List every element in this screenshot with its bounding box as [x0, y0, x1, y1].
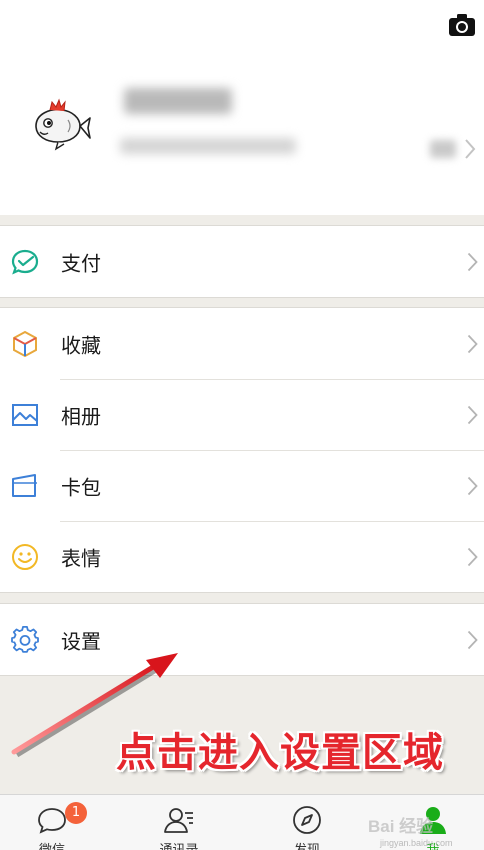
chevron-right-icon	[467, 476, 478, 495]
chevron-right-icon	[467, 630, 478, 649]
tab-chats[interactable]: 1 微信	[7, 795, 97, 850]
contacts-icon	[164, 808, 193, 833]
profile-name-blurred	[124, 88, 232, 114]
unread-badge: 1	[65, 802, 87, 824]
compass-icon	[293, 806, 321, 834]
tab-label: 微信	[7, 839, 97, 850]
chevron-right-icon	[467, 252, 478, 271]
card-pack-icon	[12, 473, 37, 497]
tab-contacts[interactable]: 通讯录	[134, 795, 224, 850]
camera-icon[interactable]	[448, 12, 476, 38]
chat-bubble-icon	[38, 808, 66, 834]
watermark: Bai 经验	[368, 817, 434, 836]
chevron-right-icon	[467, 405, 478, 424]
menu-item-label: 表情	[61, 546, 101, 570]
menu-group-pay: 支付	[0, 225, 484, 298]
profile-id-blurred	[120, 138, 296, 154]
menu-group-content: 收藏 相册 卡包 表情	[0, 307, 484, 593]
qr-code-icon[interactable]	[430, 140, 456, 158]
avatar[interactable]	[28, 96, 92, 152]
tab-label: 发现	[262, 839, 352, 850]
menu-item-stickers[interactable]: 表情	[0, 521, 484, 592]
watermark-url: jingyan.baidu.com	[380, 838, 453, 848]
cube-icon	[13, 330, 37, 357]
profile-header	[0, 0, 484, 215]
wallet-check-icon	[11, 249, 39, 275]
tab-discover[interactable]: 发现	[262, 795, 352, 850]
annotation-text: 点击进入设置区域	[116, 730, 444, 776]
menu-item-label: 收藏	[61, 333, 101, 357]
smiley-icon	[12, 543, 38, 570]
menu-item-label: 相册	[61, 404, 101, 428]
menu-item-label: 卡包	[61, 475, 101, 499]
menu-item-label: 支付	[61, 251, 101, 275]
tab-label: 通讯录	[134, 839, 224, 850]
chevron-right-icon	[467, 334, 478, 353]
photo-album-icon	[12, 403, 38, 426]
menu-item-favorites[interactable]: 收藏	[0, 308, 484, 379]
menu-item-album[interactable]: 相册	[0, 379, 484, 450]
menu-item-card-pack[interactable]: 卡包	[0, 450, 484, 521]
menu-item-pay[interactable]: 支付	[0, 226, 484, 297]
chevron-right-icon	[467, 547, 478, 566]
chevron-right-icon	[465, 139, 476, 159]
